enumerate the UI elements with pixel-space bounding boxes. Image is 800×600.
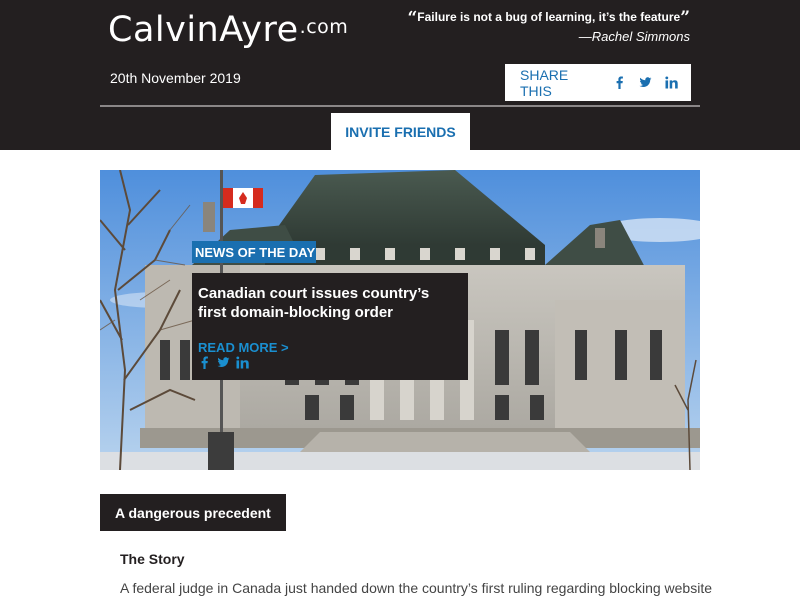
story-label: The Story: [120, 551, 185, 567]
facebook-icon[interactable]: [613, 76, 626, 89]
logo-main: CalvinAyre: [108, 10, 299, 50]
story-social-links: [198, 356, 249, 369]
issue-date: 20th November 2019: [110, 70, 241, 86]
email-header: CalvinAyre.com “Failure is not a bug of …: [0, 0, 800, 150]
header-quote: “Failure is not a bug of learning, it’s …: [407, 8, 690, 45]
share-bar: SHARE THIS: [505, 64, 691, 101]
read-more-link[interactable]: READ MORE >: [198, 340, 289, 355]
quote-close-mark: ”: [680, 8, 690, 28]
quote-author: —Rachel Simmons: [578, 29, 690, 44]
linkedin-icon[interactable]: [236, 356, 249, 369]
quote-text: Failure is not a bug of learning, it’s t…: [417, 10, 681, 24]
header-divider: [100, 105, 700, 107]
section-title: A dangerous precedent: [100, 494, 286, 531]
invite-friends-button[interactable]: INVITE FRIENDS: [331, 113, 470, 150]
calvinayre-logo[interactable]: CalvinAyre.com: [108, 10, 348, 50]
logo-suffix: .com: [299, 16, 349, 38]
share-label: SHARE THIS: [520, 66, 569, 99]
linkedin-icon[interactable]: [665, 76, 678, 89]
twitter-icon[interactable]: [639, 76, 652, 89]
featured-story-card: Canadian court issues country’s first do…: [192, 273, 468, 380]
quote-open-mark: “: [407, 8, 418, 28]
story-text: A federal judge in Canada just handed do…: [120, 580, 712, 596]
news-of-the-day-tag: NEWS OF THE DAY: [192, 241, 316, 263]
twitter-icon[interactable]: [217, 356, 230, 369]
facebook-icon[interactable]: [198, 356, 211, 369]
story-headline[interactable]: Canadian court issues country’s first do…: [198, 284, 458, 322]
